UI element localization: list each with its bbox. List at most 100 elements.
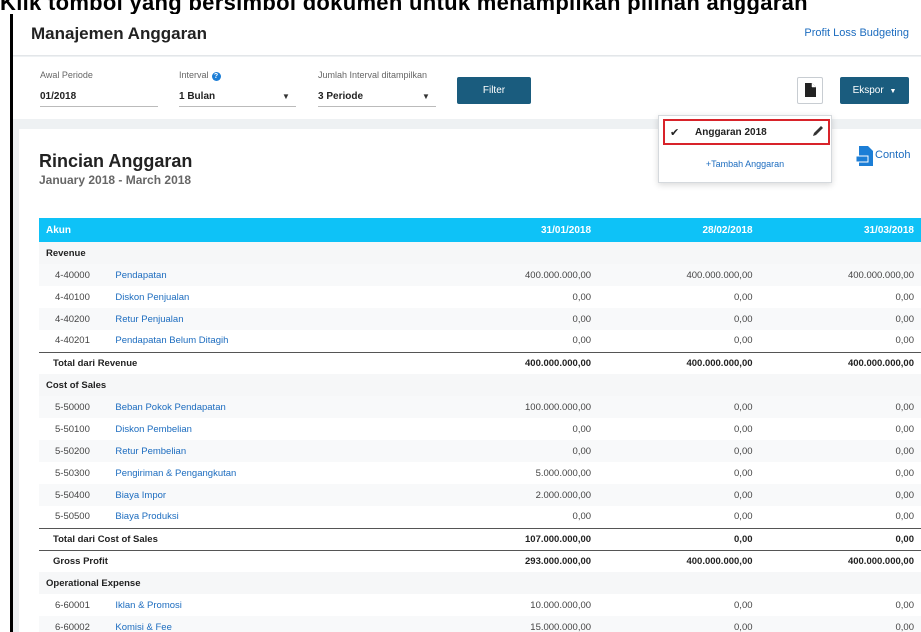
account-name-link[interactable]: Biaya Produksi xyxy=(108,506,244,528)
pencil-icon[interactable] xyxy=(812,125,824,137)
total-value-cell: 400.000.000,00 xyxy=(598,549,760,572)
jumlah-interval-underline xyxy=(318,106,436,107)
budget-value-cell[interactable]: 0,00 xyxy=(598,330,760,352)
budget-value-cell[interactable]: 100.000.000,00 xyxy=(243,396,599,418)
report-title: Rincian Anggaran xyxy=(39,151,193,171)
table-row: 6-60002 Komisi & Fee 15.000.000,00 0,00 0,00 xyxy=(39,616,921,632)
budget-value-cell[interactable]: 0,00 xyxy=(598,506,760,528)
column-header-period-3: 31/03/2018 xyxy=(759,218,921,242)
caret-down-icon: ▼ xyxy=(889,88,897,95)
column-header-akun: Akun xyxy=(39,218,244,242)
table-row: 4-40000 Pendapatan 400.000.000,00 400.000.0… xyxy=(39,264,921,286)
interval-select[interactable]: 1 Bulan xyxy=(179,91,215,102)
total-row: Total dari Cost of Sales 107.000.000,00 0,… xyxy=(39,527,921,550)
budget-option-label: Anggaran 2018 xyxy=(695,127,767,138)
section-row: Cost of Sales xyxy=(39,374,921,396)
budget-value-cell[interactable]: 10.000.000,00 xyxy=(243,594,599,616)
budget-value-cell[interactable]: 0,00 xyxy=(598,594,760,616)
budget-value-cell[interactable]: 0,00 xyxy=(598,286,760,308)
account-name-link[interactable]: Diskon Penjualan xyxy=(108,286,244,308)
total-value-cell: 0,00 xyxy=(759,527,921,550)
budget-value-cell[interactable]: 0,00 xyxy=(759,330,921,352)
account-name-link[interactable]: Diskon Pembelian xyxy=(108,418,244,440)
contoh-label: Contoh xyxy=(875,149,911,161)
budget-value-cell[interactable]: 0,00 xyxy=(759,616,921,632)
filter-button[interactable]: Filter xyxy=(457,77,531,104)
budget-value-cell[interactable]: 2.000.000,00 xyxy=(243,484,599,506)
budget-option-anggaran-2018[interactable]: ✔ Anggaran 2018 xyxy=(663,119,830,145)
account-name-link[interactable]: Pendapatan xyxy=(108,264,244,286)
table-row: 4-40201 Pendapatan Belum Ditagih 0,00 0,00 0… xyxy=(39,330,921,352)
budget-value-cell[interactable]: 0,00 xyxy=(759,462,921,484)
budget-dropdown-menu: ✔ Anggaran 2018 +Tambah Anggaran xyxy=(658,115,832,183)
budget-value-cell[interactable]: 0,00 xyxy=(243,308,599,330)
column-header-period-1: 31/01/2018 xyxy=(243,218,599,242)
budget-value-cell[interactable]: 0,00 xyxy=(243,418,599,440)
section-label: Cost of Sales xyxy=(39,374,921,396)
budget-value-cell[interactable]: 400.000.000,00 xyxy=(243,264,599,286)
account-name-link[interactable]: Retur Penjualan xyxy=(108,308,244,330)
add-budget-link[interactable]: +Tambah Anggaran xyxy=(659,159,831,169)
budget-value-cell[interactable]: 0,00 xyxy=(598,418,760,440)
budget-value-cell[interactable]: 0,00 xyxy=(243,506,599,528)
ekspor-button[interactable]: Ekspor ▼ xyxy=(840,77,909,104)
budget-value-cell[interactable]: 0,00 xyxy=(759,286,921,308)
account-name-link[interactable]: Pendapatan Belum Ditagih xyxy=(108,330,244,352)
table-row: 5-50100 Diskon Pembelian 0,00 0,00 0,00 xyxy=(39,418,921,440)
table-row: 4-40100 Diskon Penjualan 0,00 0,00 0,00 xyxy=(39,286,921,308)
budget-value-cell[interactable]: 0,00 xyxy=(598,396,760,418)
account-name-link[interactable]: Komisi & Fee xyxy=(108,616,244,632)
total-value-cell: 107.000.000,00 xyxy=(243,527,599,550)
total-row: Total dari Revenue 400.000.000,00 400.000.… xyxy=(39,351,921,374)
awal-periode-input[interactable]: 01/2018 xyxy=(40,91,76,102)
help-icon[interactable]: ? xyxy=(211,72,221,81)
profit-loss-budgeting-link[interactable]: Profit Loss Budgeting xyxy=(804,27,909,39)
account-code: 5-50500 xyxy=(39,506,109,528)
chevron-down-icon[interactable]: ▼ xyxy=(282,92,290,101)
budget-value-cell[interactable]: 0,00 xyxy=(759,506,921,528)
section-label: Revenue xyxy=(39,242,921,264)
instruction-caption: Klik tombol yang bersimbol dokumen untuk… xyxy=(0,0,808,14)
budget-value-cell[interactable]: 0,00 xyxy=(598,308,760,330)
budget-value-cell[interactable]: 15.000.000,00 xyxy=(243,616,599,632)
budget-value-cell[interactable]: 0,00 xyxy=(759,418,921,440)
column-header-period-2: 28/02/2018 xyxy=(598,218,760,242)
account-name-link[interactable]: Retur Pembelian xyxy=(108,440,244,462)
account-name-link[interactable]: Beban Pokok Pendapatan xyxy=(108,396,244,418)
budget-value-cell[interactable]: 0,00 xyxy=(598,440,760,462)
budget-value-cell[interactable]: 400.000.000,00 xyxy=(598,264,760,286)
document-icon xyxy=(805,83,816,97)
table-row: 5-50300 Pengiriman & Pengangkutan 5.000.00… xyxy=(39,462,921,484)
instruction-caption-strip: Klik tombol yang bersimbol dokumen untuk… xyxy=(0,0,921,14)
account-name-link[interactable]: Iklan & Promosi xyxy=(108,594,244,616)
budget-document-button[interactable] xyxy=(797,77,823,104)
budget-value-cell[interactable]: 0,00 xyxy=(598,462,760,484)
filter-bar: Awal Periode 01/2018 Interval? 1 Bulan ▼… xyxy=(13,57,921,119)
total-value-cell: 400.000.000,00 xyxy=(759,549,921,572)
account-code: 5-50400 xyxy=(39,484,109,506)
awal-periode-underline xyxy=(40,106,158,107)
budget-value-cell[interactable]: 0,00 xyxy=(243,440,599,462)
sample-file-icon xyxy=(856,146,873,166)
account-name-link[interactable]: Pengiriman & Pengangkutan xyxy=(108,462,244,484)
budget-value-cell[interactable]: 0,00 xyxy=(243,286,599,308)
budget-table: Akun 31/01/2018 28/02/2018 31/03/2018 Re… xyxy=(39,218,921,632)
budget-value-cell[interactable]: 0,00 xyxy=(598,616,760,632)
budget-value-cell[interactable]: 0,00 xyxy=(759,308,921,330)
chevron-down-icon[interactable]: ▼ xyxy=(422,92,430,101)
budget-value-cell[interactable]: 0,00 xyxy=(759,484,921,506)
section-row: Operational Expense xyxy=(39,572,921,594)
budget-value-cell[interactable]: 0,00 xyxy=(759,440,921,462)
account-code: 5-50300 xyxy=(39,462,109,484)
report-panel: Rincian Anggaran January 2018 - March 20… xyxy=(19,129,921,632)
budget-value-cell[interactable]: 0,00 xyxy=(243,330,599,352)
budget-value-cell[interactable]: 0,00 xyxy=(759,594,921,616)
jumlah-interval-select[interactable]: 3 Periode xyxy=(318,91,363,102)
account-code: 5-50100 xyxy=(39,418,109,440)
budget-value-cell[interactable]: 0,00 xyxy=(598,484,760,506)
budget-value-cell[interactable]: 0,00 xyxy=(759,396,921,418)
budget-value-cell[interactable]: 5.000.000,00 xyxy=(243,462,599,484)
budget-value-cell[interactable]: 400.000.000,00 xyxy=(759,264,921,286)
interval-label: Interval? xyxy=(179,70,221,81)
account-name-link[interactable]: Biaya Impor xyxy=(108,484,244,506)
